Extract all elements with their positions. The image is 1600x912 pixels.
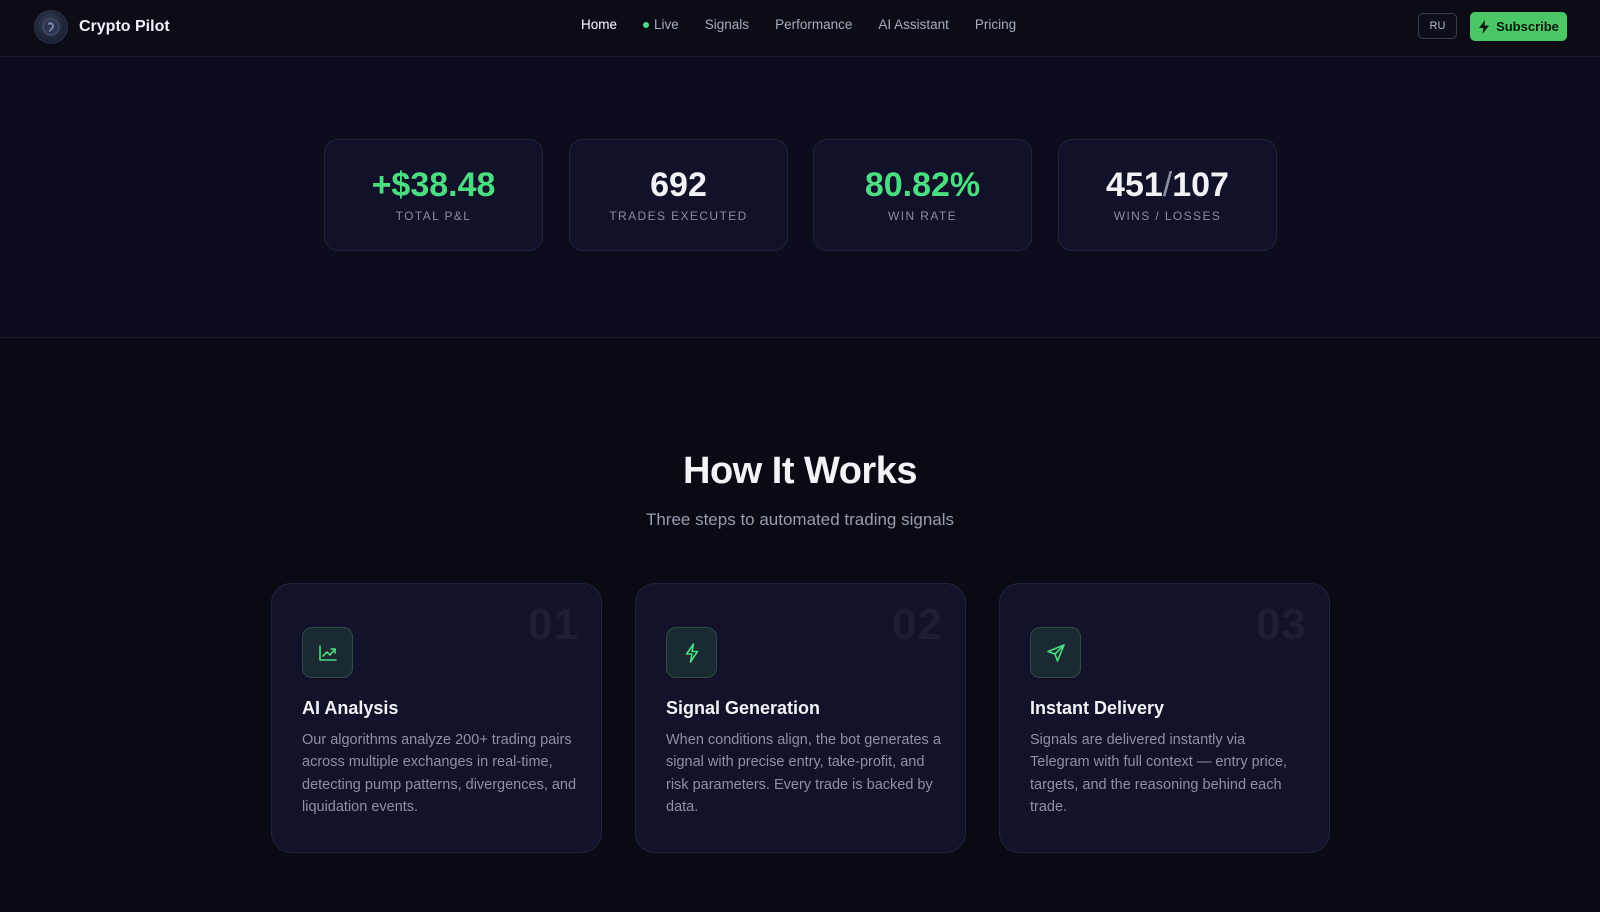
nav-link-performance[interactable]: Performance (775, 17, 852, 32)
step-description: Our algorithms analyze 200+ trading pair… (302, 732, 577, 815)
nav-links: Home Live Signals Performance AI Assista… (581, 17, 1042, 32)
stat-label: WINS / LOSSES (1113, 209, 1222, 223)
step-number: 01 (528, 600, 579, 649)
stat-label: TOTAL P&L (395, 209, 472, 223)
nav-link-ai-assistant[interactable]: AI Assistant (878, 17, 949, 32)
step-description: Signals are delivered instantly via Tele… (1030, 732, 1288, 815)
send-icon (1030, 627, 1081, 678)
stat-card-trades-executed: 692 TRADES EXECUTED (569, 139, 788, 251)
wins-count: 451 (1106, 166, 1163, 204)
nav-link-pricing[interactable]: Pricing (975, 17, 1016, 32)
step-title: AI Analysis (302, 698, 399, 718)
top-navbar: Crypto Pilot Home Live Signals Performan… (0, 0, 1600, 57)
stat-card-win-rate: 80.82% WIN RATE (813, 139, 1032, 251)
brand-logo-icon (34, 9, 68, 44)
step-number: 02 (892, 600, 943, 649)
subscribe-label: Subscribe (1496, 19, 1559, 34)
stat-label: TRADES EXECUTED (609, 209, 748, 223)
stat-value: 80.82% (864, 166, 981, 204)
chart-line-icon (302, 627, 353, 678)
step-title: Instant Delivery (1030, 698, 1165, 718)
stat-card-total-pnl: +$38.48 TOTAL P&L (324, 139, 543, 251)
nav-link-home[interactable]: Home (581, 17, 617, 32)
stat-label: WIN RATE (888, 209, 957, 223)
wins-losses-separator: / (1162, 166, 1173, 204)
stat-value: +$38.48 (371, 166, 496, 204)
stat-value: 451/107 (1059, 165, 1276, 205)
subscribe-button[interactable]: Subscribe (1470, 12, 1567, 41)
brand-name: Crypto Pilot (79, 17, 170, 35)
lightning-icon (1479, 19, 1490, 34)
stat-value: 692 (650, 166, 707, 204)
section-subtitle: Three steps to automated trading signals (645, 510, 955, 529)
step-card-signal-generation: 02 Signal Generation When conditions ali… (635, 583, 966, 853)
section-title: How It Works (683, 450, 918, 492)
step-description: When conditions align, the bot generates… (666, 732, 941, 815)
nav-link-live-label: Live (654, 17, 679, 32)
step-number: 03 (1256, 600, 1307, 649)
language-toggle-button[interactable]: RU (1418, 13, 1457, 39)
brand[interactable]: Crypto Pilot (34, 9, 170, 44)
step-title: Signal Generation (666, 698, 821, 718)
step-card-instant-delivery: 03 Instant Delivery Signals are delivere… (999, 583, 1330, 853)
lightning-icon (666, 627, 717, 678)
stat-card-wins-losses: 451/107 WINS / LOSSES (1058, 139, 1277, 251)
stats-section: +$38.48 TOTAL P&L 692 TRADES EXECUTED 80… (0, 57, 1600, 338)
nav-link-signals[interactable]: Signals (705, 17, 749, 32)
live-dot-icon (643, 21, 650, 28)
step-card-ai-analysis: 01 AI Analysis Our algorithms analyze 20… (271, 583, 602, 853)
losses-count: 107 (1172, 166, 1229, 204)
nav-link-live[interactable]: Live (643, 17, 679, 32)
